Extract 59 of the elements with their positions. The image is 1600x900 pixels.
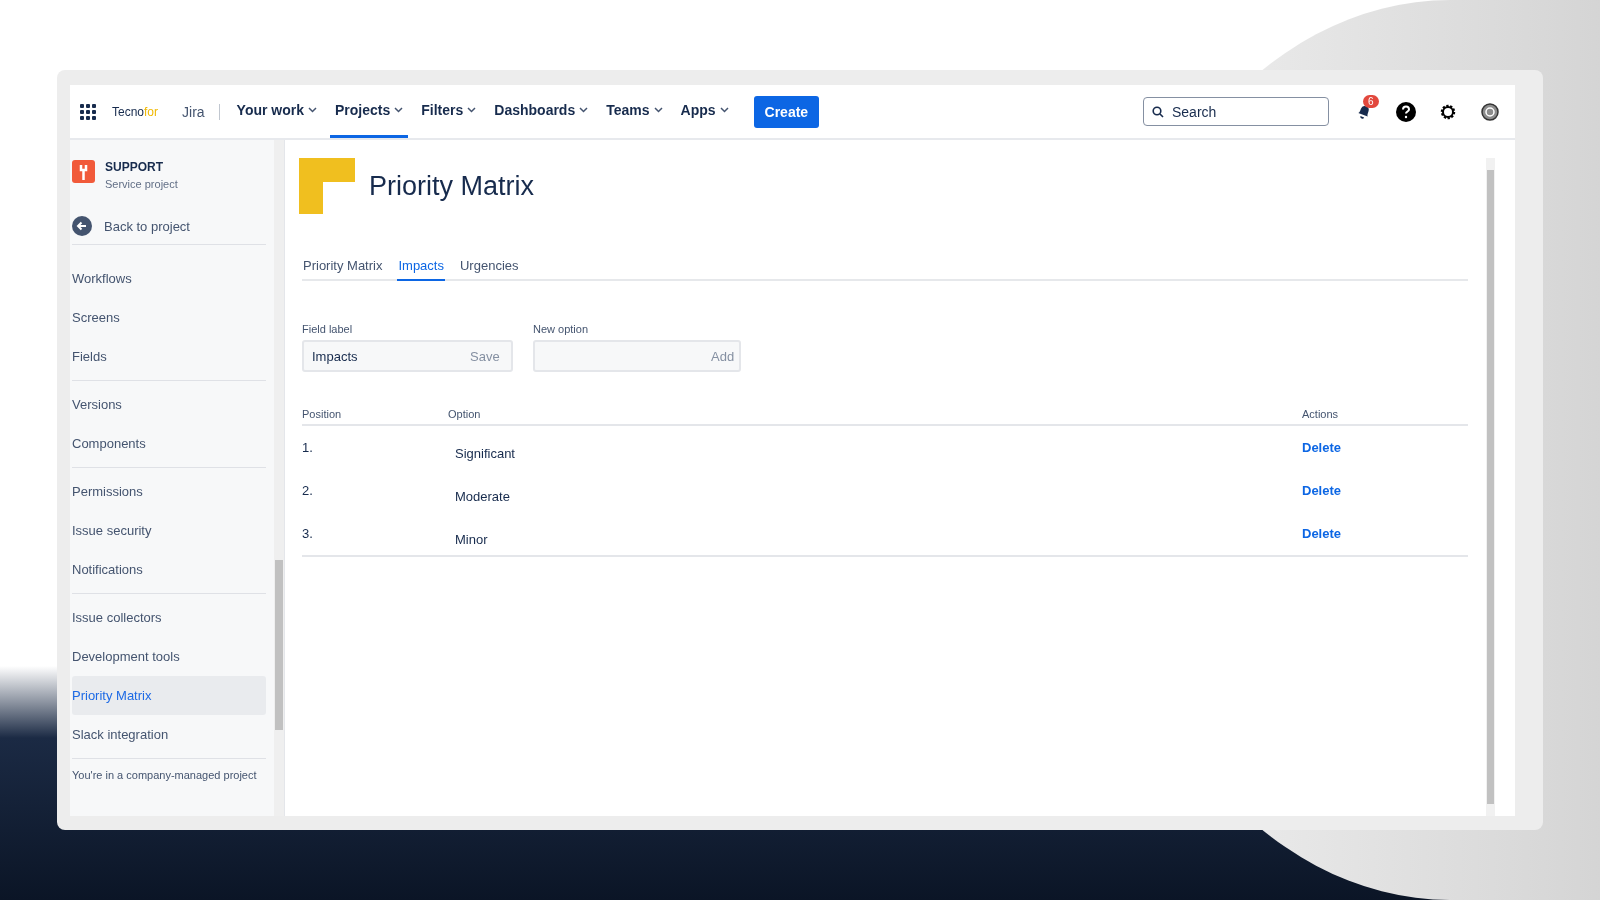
column-header: Actions	[1302, 408, 1468, 425]
delete-link[interactable]: Delete	[1302, 440, 1342, 455]
sidebar-item[interactable]: Issue collectors	[72, 598, 266, 637]
back-to-project-link[interactable]: Back to project	[72, 212, 266, 245]
product-name[interactable]: Jira	[182, 103, 220, 120]
nav-menu[interactable]: Dashboards	[489, 85, 594, 138]
table-cell: Significant	[448, 425, 1302, 469]
page-logo	[299, 158, 355, 214]
chevron-down-icon	[579, 107, 589, 113]
project-footer-note: You're in a company-managed project	[72, 768, 258, 781]
sidebar-item[interactable]: Fields	[72, 337, 266, 376]
delete-link[interactable]: Delete	[1302, 483, 1342, 498]
chevron-down-icon	[719, 107, 729, 113]
profile-avatar-icon[interactable]	[1481, 102, 1499, 121]
chevron-down-icon	[394, 107, 404, 113]
sidebar-item[interactable]: Permissions	[72, 472, 266, 511]
sidebar-item[interactable]: Priority Matrix	[72, 676, 266, 715]
tab[interactable]: Impacts	[397, 254, 445, 281]
sidebar-item[interactable]: Notifications	[72, 550, 266, 589]
sidebar-item[interactable]: Slack integration	[72, 715, 266, 754]
sidebar-item[interactable]: Components	[72, 424, 266, 463]
table-cell: Moderate	[448, 469, 1302, 512]
column-header: Position	[302, 408, 448, 425]
column-header: Option	[448, 408, 1302, 425]
field-label: New option	[533, 323, 590, 335]
field-label: Field label	[302, 323, 354, 335]
project-name: SUPPORT	[105, 160, 164, 174]
sidebar-scrollbar[interactable]	[274, 140, 284, 816]
table-cell: 1.	[302, 425, 448, 469]
nav-menu[interactable]: Your work	[231, 85, 323, 138]
sidebar-item[interactable]: Issue security	[72, 511, 266, 550]
delete-link[interactable]: Delete	[1302, 526, 1342, 541]
nav-menu[interactable]: Apps	[675, 85, 734, 138]
table-cell-text: 2.	[302, 482, 314, 500]
table-cell: 3.	[302, 512, 448, 556]
tab[interactable]: Urgencies	[458, 254, 520, 281]
field-label-input[interactable]: Impacts Save	[302, 340, 513, 372]
bell-icon[interactable]	[1356, 103, 1372, 120]
sidebar-item[interactable]: Screens	[72, 298, 266, 337]
nav-menu[interactable]: Filters	[416, 85, 482, 138]
back-label: Back to project	[104, 218, 190, 234]
page-title: Priority Matrix	[369, 170, 534, 202]
search-field[interactable]: Search	[1143, 97, 1329, 126]
page-scrollbar[interactable]	[1486, 158, 1495, 816]
chevron-down-icon	[308, 107, 318, 113]
sidebar-item[interactable]: Development tools	[72, 637, 266, 676]
nav-menu[interactable]: Projects	[330, 85, 409, 138]
brand-logo[interactable]: Tecnofor	[112, 104, 159, 119]
chevron-down-icon	[653, 107, 663, 113]
chevron-down-icon	[467, 107, 477, 113]
sidebar-item[interactable]: Versions	[72, 385, 266, 424]
create-button[interactable]: Create	[753, 95, 820, 128]
project-type: Service project	[105, 178, 178, 190]
sidebar-item[interactable]: Workflows	[72, 259, 266, 298]
help-icon[interactable]	[1396, 101, 1416, 122]
tab[interactable]: Priority Matrix	[302, 254, 384, 281]
notification-badge: 6	[1363, 94, 1379, 108]
nav-menu[interactable]: Teams	[601, 85, 668, 138]
table-cell: Minor	[448, 512, 1302, 556]
